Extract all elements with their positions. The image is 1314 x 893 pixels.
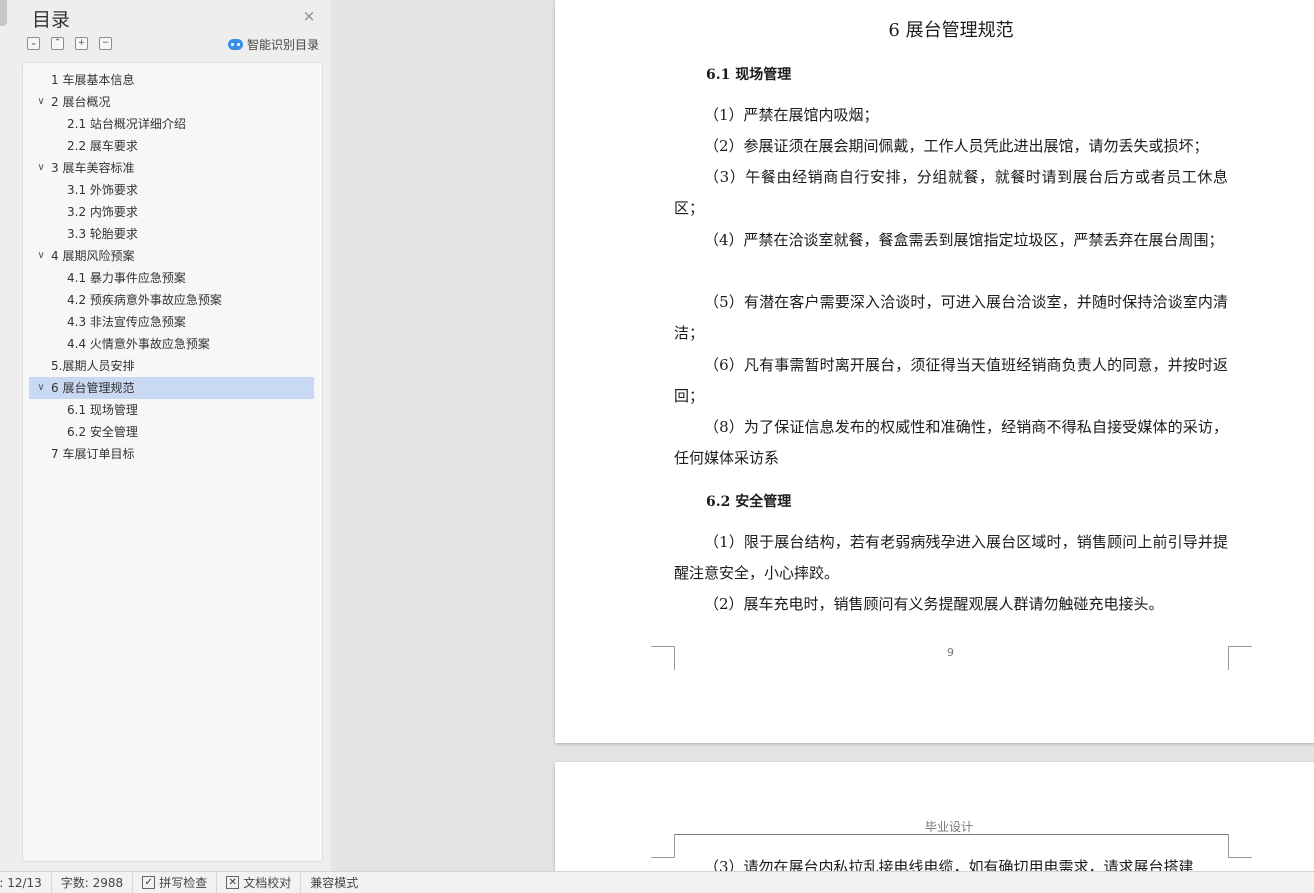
section-heading-6-2: 6.2 安全管理 [706, 494, 792, 510]
toc-item-label: 2.1 站台概况详细介绍 [67, 117, 186, 131]
toc-item-label: 4 展期风险预案 [51, 249, 135, 263]
toc-item[interactable]: ∨ 2 展台概况 [29, 91, 314, 113]
toc-item[interactable]: 3.2 内饰要求 [29, 201, 314, 223]
expand-all-icon[interactable]: ⌄ [27, 37, 40, 50]
toc-item-label: 4.3 非法宣传应急预案 [67, 315, 186, 329]
smart-toc-button[interactable]: 智能识别目录 [228, 36, 319, 53]
toc-item-label: 3.3 轮胎要求 [67, 227, 138, 241]
page-header: 毕业设计 [925, 820, 974, 834]
chevron-down-icon[interactable]: ∨ [35, 245, 47, 267]
toc-item[interactable]: ∨ 4 展期风险预案 [29, 245, 314, 267]
next-document-page[interactable]: 毕业设计 （3）请勿在展台内私拉乱接电线电缆，如有确切用电需求，请求展台搭建 [555, 762, 1314, 882]
close-icon[interactable]: × [301, 8, 317, 24]
toc-item-label: 2.2 展车要求 [67, 139, 138, 153]
toc-title: 目录 [32, 9, 71, 31]
toc-item-label: 5.展期人员安排 [51, 359, 135, 373]
pane-scrollbar[interactable] [0, 0, 7, 26]
toc-item[interactable]: 4.3 非法宣传应急预案 [29, 311, 314, 333]
paragraph: （2）参展证须在展会期间佩戴，工作人员凭此进出展馆，请勿丢失或损坏； [704, 137, 1209, 155]
margin-mark [651, 834, 675, 858]
margin-mark [1228, 646, 1252, 670]
toc-item-label: 4.2 预疾病意外事故应急预案 [67, 293, 222, 307]
toc-item[interactable]: ∨ 3 展车美容标准 [29, 157, 314, 179]
compat-mode[interactable]: 兼容模式 [301, 872, 367, 893]
toc-item-label: 6.2 安全管理 [67, 425, 138, 439]
proofread-icon: ✕ [226, 876, 240, 889]
toc-item-label: 3.1 外饰要求 [67, 183, 138, 197]
margin-mark [651, 646, 675, 670]
paragraph: （1）限于展台结构，若有老弱病残孕进入展台区域时，销售顾问上前引导并提醒注意安全… [674, 533, 1228, 582]
toc-item-label: 4.1 暴力事件应急预案 [67, 271, 186, 285]
paragraph: （4）严禁在洽谈室就餐，餐盒需丢到展馆指定垃圾区，严禁丢弃在展台周围； [704, 231, 1224, 249]
checkbox-icon: ✓ [142, 876, 156, 889]
toc-item[interactable]: 3.1 外饰要求 [29, 179, 314, 201]
toc-item[interactable]: 6.2 安全管理 [29, 421, 314, 443]
collapse-all-icon[interactable]: ⌃ [51, 37, 64, 50]
toc-item-label: 1 车展基本信息 [51, 73, 135, 87]
toc-list: 1 车展基本信息 ∨ 2 展台概况 2.1 站台概况详细介绍 2.2 展车要求 ∨ 3 展车… [23, 63, 322, 465]
robot-icon [228, 39, 243, 50]
toc-list-container: 1 车展基本信息 ∨ 2 展台概况 2.1 站台概况详细介绍 2.2 展车要求 ∨ 3 展车… [22, 62, 323, 862]
toc-item-label: 6 展台管理规范 [51, 381, 135, 395]
page-count[interactable]: l: 12/13 [0, 871, 52, 893]
paragraph: （5）有潜在客户需要深入洽谈时，可进入展台洽谈室，并随时保持洽谈室内清洁； [674, 293, 1228, 342]
doc-proofread-label: 文档校对 [243, 876, 292, 890]
chevron-down-icon[interactable]: ∨ [35, 157, 47, 179]
toc-item-label: 4.4 火情意外事故应急预案 [67, 337, 210, 351]
toc-toolbar: ⌄ ⌃ + − [27, 37, 112, 50]
page-number: 9 [947, 646, 954, 659]
paragraph: （3）午餐由经销商自行安排，分组就餐，就餐时请到展台后方或者员工休息区； [674, 168, 1228, 217]
chapter-heading: 6 展台管理规范 [888, 20, 1014, 41]
status-bar: l: 12/13 字数: 2988 ✓ 拼写检查 ✕ 文档校对 兼容模式 [0, 871, 1314, 893]
toc-item[interactable]: 7 车展订单目标 [29, 443, 314, 465]
paragraph: （1）严禁在展馆内吸烟； [704, 106, 879, 124]
document-area[interactable]: 6 展台管理规范 6.1 现场管理 （1）严禁在展馆内吸烟； （2）参展证须在展… [333, 0, 1314, 882]
smart-toc-label: 智能识别目录 [247, 38, 320, 52]
toc-item[interactable]: 3.3 轮胎要求 [29, 223, 314, 245]
paragraph: （8）为了保证信息发布的权威性和准确性，经销商不得私自接受媒体的采访，任何媒体采… [674, 418, 1228, 467]
word-count[interactable]: 字数: 2988 [52, 871, 134, 893]
section-heading-6-1: 6.1 现场管理 [706, 67, 792, 83]
remove-heading-icon[interactable]: − [99, 37, 112, 50]
toc-item[interactable]: 2.2 展车要求 [29, 135, 314, 157]
toc-item[interactable]: 1 车展基本信息 [29, 69, 314, 91]
margin-mark [1228, 834, 1252, 858]
chevron-down-icon[interactable]: ∨ [35, 377, 47, 399]
header-divider [674, 834, 1229, 835]
toc-item[interactable]: 4.4 火情意外事故应急预案 [29, 333, 314, 355]
add-heading-icon[interactable]: + [75, 37, 88, 50]
toc-item[interactable]: ∨ 6 展台管理规范 [29, 377, 314, 399]
spell-check-label: 拼写检查 [159, 876, 208, 890]
toc-item-label: 7 车展订单目标 [51, 447, 135, 461]
toc-item[interactable]: 4.1 暴力事件应急预案 [29, 267, 314, 289]
paragraph: （6）凡有事需暂时离开展台，须征得当天值班经销商负责人的同意，并按时返回； [674, 356, 1228, 405]
toc-item[interactable]: 6.1 现场管理 [29, 399, 314, 421]
toc-item[interactable]: 5.展期人员安排 [29, 355, 314, 377]
toc-item-label: 3 展车美容标准 [51, 161, 135, 175]
toc-item[interactable]: 2.1 站台概况详细介绍 [29, 113, 314, 135]
toc-item[interactable]: 4.2 预疾病意外事故应急预案 [29, 289, 314, 311]
chevron-down-icon[interactable]: ∨ [35, 91, 47, 113]
doc-proofread-button[interactable]: ✕ 文档校对 [217, 871, 302, 893]
document-page[interactable]: 6 展台管理规范 6.1 现场管理 （1）严禁在展馆内吸烟； （2）参展证须在展… [555, 0, 1314, 743]
spell-check-button[interactable]: ✓ 拼写检查 [133, 871, 218, 893]
toc-item-label: 3.2 内饰要求 [67, 205, 138, 219]
toc-item-label: 6.1 现场管理 [67, 403, 138, 417]
paragraph: （2）展车充电时，销售顾问有义务提醒观展人群请勿触碰充电接头。 [704, 595, 1164, 613]
toc-item-label: 2 展台概况 [51, 95, 111, 109]
toc-pane: 目录 × ⌄ ⌃ + − 智能识别目录 1 车展基本信息 ∨ 2 展台概况 2.1 站… [0, 0, 332, 871]
